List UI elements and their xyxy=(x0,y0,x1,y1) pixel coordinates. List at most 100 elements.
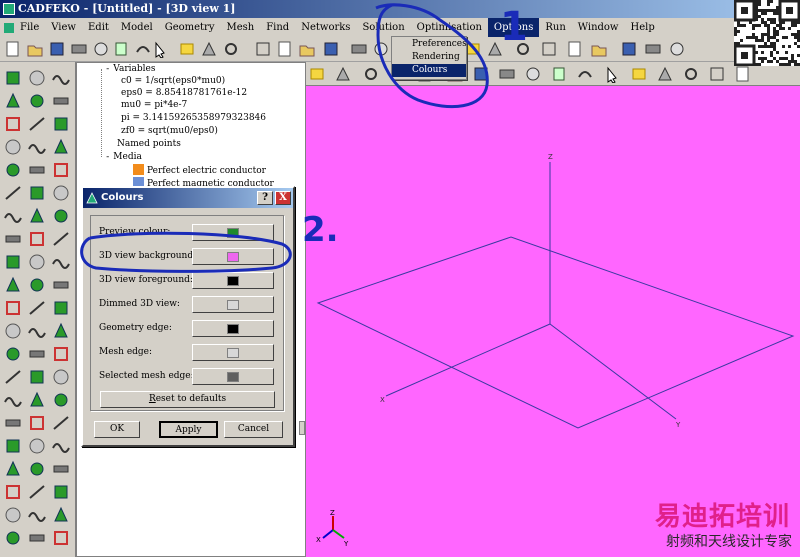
help-button[interactable]: ? xyxy=(257,191,273,205)
toolbar-save-icon[interactable] xyxy=(620,40,638,58)
toolbar-circle-icon[interactable] xyxy=(372,40,390,58)
menu-optimisation[interactable]: Optimisation xyxy=(411,18,488,37)
construct-plate-icon[interactable] xyxy=(51,459,71,479)
tree-scrollbar[interactable] xyxy=(299,421,305,435)
view-triangle-icon[interactable] xyxy=(656,65,674,83)
construct-sphere-icon[interactable] xyxy=(27,436,47,456)
construct-ellipsoid-icon[interactable] xyxy=(51,390,71,410)
menu-run[interactable]: Run xyxy=(539,18,571,37)
construct-cone-icon[interactable] xyxy=(51,321,71,341)
view-triangle-icon[interactable] xyxy=(334,65,352,83)
menu-solution[interactable]: Solution xyxy=(356,18,410,37)
menu-file[interactable]: File xyxy=(14,18,45,37)
construct-plate-icon[interactable] xyxy=(51,91,71,111)
toolbar-open-icon[interactable] xyxy=(298,40,316,58)
construct-cone-icon[interactable] xyxy=(3,275,23,295)
toolbar-save-icon[interactable] xyxy=(48,40,66,58)
construct-box-icon[interactable] xyxy=(3,252,23,272)
colour-picker-button[interactable] xyxy=(192,296,274,313)
construct-ellipsoid-icon[interactable] xyxy=(27,275,47,295)
tree-variable-item[interactable]: c0 = 1/sqrt(eps0*mu0) xyxy=(121,76,225,86)
view-circle-icon[interactable] xyxy=(524,65,542,83)
menu-networks[interactable]: Networks xyxy=(295,18,356,37)
construct-wire-icon[interactable] xyxy=(51,252,71,272)
construct-sphere-icon[interactable] xyxy=(27,252,47,272)
tree-medium-pec[interactable]: Perfect electric conductor xyxy=(133,164,266,176)
construct-box-icon[interactable] xyxy=(3,436,23,456)
construct-sphere-icon[interactable] xyxy=(51,367,71,387)
construct-wire-icon[interactable] xyxy=(3,206,23,226)
construct-plate-icon[interactable] xyxy=(27,160,47,180)
colour-picker-button[interactable] xyxy=(192,368,274,385)
construct-port-icon[interactable] xyxy=(51,160,71,180)
menu-model[interactable]: Model xyxy=(115,18,159,37)
construct-wire-icon[interactable] xyxy=(51,436,71,456)
menu-mesh[interactable]: Mesh xyxy=(220,18,260,37)
construct-line-icon[interactable] xyxy=(27,114,47,134)
construct-sphere-icon[interactable] xyxy=(3,505,23,525)
construct-port-icon[interactable] xyxy=(3,298,23,318)
colour-picker-button[interactable] xyxy=(192,320,274,337)
apply-button[interactable]: Apply xyxy=(159,421,218,438)
construct-ellipsoid-icon[interactable] xyxy=(3,344,23,364)
view-ring-icon[interactable] xyxy=(362,65,380,83)
construct-port-icon[interactable] xyxy=(51,344,71,364)
toolbar-ring-icon[interactable] xyxy=(222,40,240,58)
toolbar-print-icon[interactable] xyxy=(644,40,662,58)
construct-port-icon[interactable] xyxy=(27,229,47,249)
view-pointer-icon[interactable] xyxy=(604,65,622,84)
toolbar-print-icon[interactable] xyxy=(70,40,88,58)
toolbar-new-icon[interactable] xyxy=(276,40,294,58)
toolbar-pointer-icon[interactable] xyxy=(152,40,170,59)
tree-variable-item[interactable]: mu0 = pi*4e-7 xyxy=(121,100,187,110)
construct-wire-icon[interactable] xyxy=(27,321,47,341)
tree-media-node[interactable]: - Media xyxy=(105,152,142,162)
reset-to-defaults-button[interactable]: Reset to defaults xyxy=(100,391,275,408)
construct-ellipsoid-icon[interactable] xyxy=(3,160,23,180)
construct-line-icon[interactable] xyxy=(51,413,71,433)
toolbar-page-icon[interactable] xyxy=(112,40,130,58)
construct-ellipsoid-icon[interactable] xyxy=(27,91,47,111)
construct-sphere-icon[interactable] xyxy=(3,137,23,157)
construct-sphere-icon[interactable] xyxy=(51,183,71,203)
construct-line-icon[interactable] xyxy=(27,298,47,318)
view-cube-icon[interactable] xyxy=(308,65,326,83)
construct-box-icon[interactable] xyxy=(27,367,47,387)
construct-wire-icon[interactable] xyxy=(3,390,23,410)
tree-named-points-node[interactable]: Named points xyxy=(117,139,181,149)
colour-picker-button[interactable] xyxy=(192,344,274,361)
construct-port-icon[interactable] xyxy=(51,528,71,548)
construct-sphere-icon[interactable] xyxy=(27,68,47,88)
construct-plate-icon[interactable] xyxy=(27,344,47,364)
toolbar-new-icon[interactable] xyxy=(566,40,584,58)
construct-port-icon[interactable] xyxy=(3,482,23,502)
ok-button[interactable]: OK xyxy=(94,421,140,438)
view-box-icon[interactable] xyxy=(708,65,726,83)
options-menu-preferences[interactable]: Preferences xyxy=(392,38,467,51)
construct-cone-icon[interactable] xyxy=(3,91,23,111)
construct-line-icon[interactable] xyxy=(3,367,23,387)
toolbar-undo-icon[interactable] xyxy=(134,40,152,58)
construct-ellipsoid-icon[interactable] xyxy=(3,528,23,548)
toolbar-box-icon[interactable] xyxy=(254,40,272,58)
view-new-icon[interactable] xyxy=(734,65,752,83)
view-print-icon[interactable] xyxy=(498,65,516,83)
3d-viewport[interactable]: Z X Y Z X Y xyxy=(306,86,800,557)
toolbar-save-icon[interactable] xyxy=(322,40,340,58)
construct-cone-icon[interactable] xyxy=(51,137,71,157)
construct-line-icon[interactable] xyxy=(27,482,47,502)
construct-ellipsoid-icon[interactable] xyxy=(51,206,71,226)
toolbar-cube-icon[interactable] xyxy=(178,40,196,58)
colour-picker-button[interactable] xyxy=(192,272,274,289)
tree-variable-item[interactable]: zf0 = sqrt(mu0/eps0) xyxy=(121,126,218,136)
tree-variable-item[interactable]: pi = 3.14159265358979323846 xyxy=(121,113,266,123)
construct-box-icon[interactable] xyxy=(51,482,71,502)
construct-plate-icon[interactable] xyxy=(3,413,23,433)
cancel-button[interactable]: Cancel xyxy=(224,421,283,438)
construct-plate-icon[interactable] xyxy=(27,528,47,548)
construct-port-icon[interactable] xyxy=(3,114,23,134)
view-save-icon[interactable] xyxy=(472,65,490,83)
construct-ellipsoid-icon[interactable] xyxy=(27,459,47,479)
construct-port-icon[interactable] xyxy=(27,413,47,433)
view-cube-icon[interactable] xyxy=(630,65,648,83)
